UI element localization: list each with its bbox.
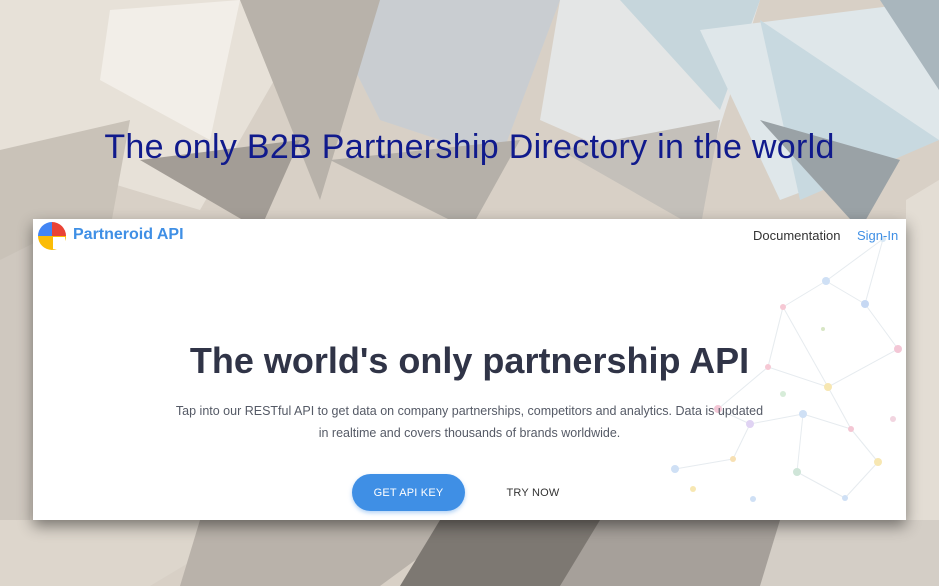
get-api-key-button[interactable]: GET API KEY	[352, 474, 465, 511]
try-now-button[interactable]: TRY NOW	[493, 474, 573, 511]
banner-headline: The only B2B Partnership Directory in th…	[104, 128, 835, 166]
partneroid-logo-icon	[38, 222, 66, 250]
hero-description: Tap into our RESTful API to get data on …	[175, 404, 764, 440]
hero-title: The world's only partnership API	[189, 340, 750, 381]
api-landing-card: Partneroid API Documentation Sign-In The…	[33, 219, 906, 520]
nav-documentation-link[interactable]: Documentation	[753, 228, 840, 243]
nav-sign-in-link[interactable]: Sign-In	[857, 228, 898, 243]
brand-name[interactable]: Partneroid API	[73, 226, 184, 244]
